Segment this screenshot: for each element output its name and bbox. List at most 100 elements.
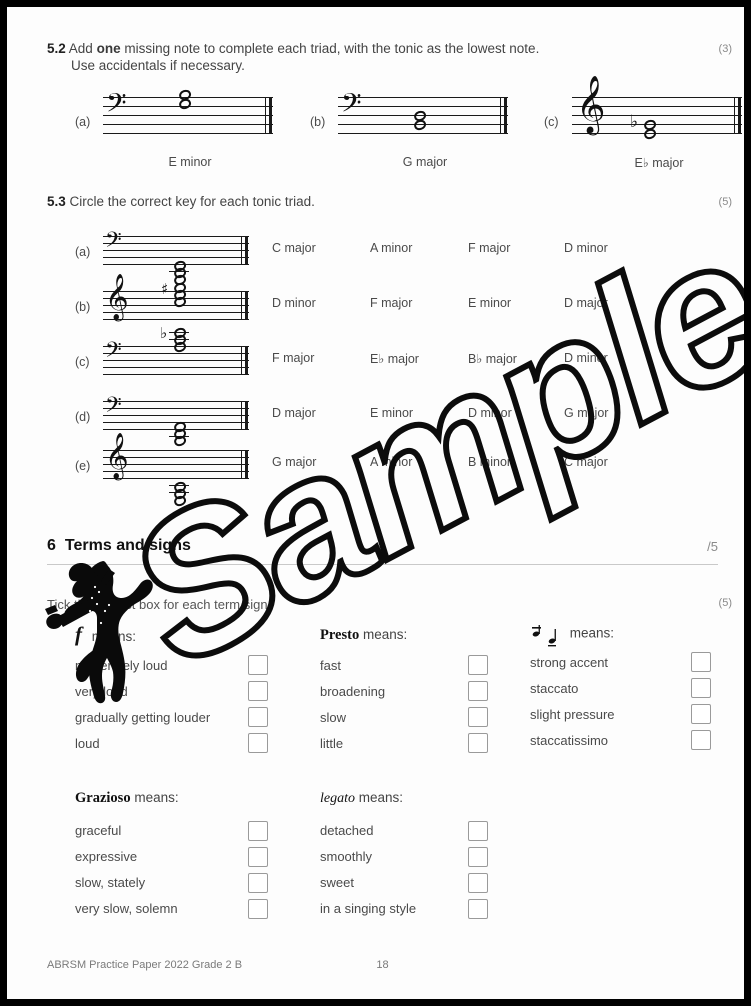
question-5-2: 5.2 Add one missing note to complete eac… xyxy=(47,40,717,74)
answer-checkbox[interactable] xyxy=(468,899,488,919)
staff-line xyxy=(103,360,249,361)
page-sheet: 5.2 Add one missing note to complete eac… xyxy=(7,7,744,999)
answer-checkbox[interactable] xyxy=(248,847,268,867)
term-option[interactable]: staccato xyxy=(530,681,578,696)
question-5-2-line-2: Use accidentals if necessary. xyxy=(71,58,245,73)
term-option[interactable]: slow xyxy=(320,710,346,725)
triad-item-c-label: (c) xyxy=(544,115,559,129)
staff-line xyxy=(103,257,249,258)
term-option[interactable]: broadening xyxy=(320,684,385,699)
key-row-a-label: (a) xyxy=(75,245,91,259)
staff-line xyxy=(103,408,249,409)
answer-checkbox[interactable] xyxy=(248,707,268,727)
term-option[interactable]: very slow, solemn xyxy=(75,901,178,916)
means-label: means: xyxy=(362,627,408,642)
key-option[interactable]: G major xyxy=(272,455,316,469)
barline-thin xyxy=(241,346,242,375)
term-option[interactable]: moderately loud xyxy=(75,658,168,673)
term-option[interactable]: strong accent xyxy=(530,655,608,670)
term-option[interactable]: very loud xyxy=(75,684,128,699)
answer-checkbox[interactable] xyxy=(248,655,268,675)
barline-thick xyxy=(245,401,248,430)
term-option[interactable]: loud xyxy=(75,736,100,751)
term-option[interactable]: in a singing style xyxy=(320,901,416,916)
key-option[interactable]: E minor xyxy=(468,296,511,310)
section-6-title: Terms and signs xyxy=(64,537,191,554)
barline-thin xyxy=(734,97,735,134)
staff-line xyxy=(103,124,273,125)
term-option[interactable]: staccatissimo xyxy=(530,733,608,748)
answer-checkbox[interactable] xyxy=(468,821,488,841)
answer-checkbox[interactable] xyxy=(248,873,268,893)
key-option[interactable]: D major xyxy=(564,296,608,310)
answer-checkbox[interactable] xyxy=(691,730,711,750)
term-option[interactable]: little xyxy=(320,736,343,751)
question-5-3: 5.3 Circle the correct key for each toni… xyxy=(47,193,717,210)
term-option[interactable]: slow, stately xyxy=(75,875,145,890)
key-option[interactable]: D minor xyxy=(272,296,316,310)
section-6-score: /5 xyxy=(707,539,718,554)
barline-thick xyxy=(245,236,248,265)
key-option[interactable]: F major xyxy=(370,296,412,310)
page-number: 18 xyxy=(376,959,389,971)
key-option[interactable]: D major xyxy=(272,406,316,420)
answer-checkbox[interactable] xyxy=(691,652,711,672)
term-option[interactable]: fast xyxy=(320,658,341,673)
presto-term: Presto xyxy=(320,627,360,643)
key-option[interactable]: D minor xyxy=(468,406,512,420)
key-option[interactable]: D minor xyxy=(564,241,608,255)
key-option[interactable]: F major xyxy=(272,351,314,365)
key-option[interactable]: D minor xyxy=(564,351,608,365)
answer-checkbox[interactable] xyxy=(248,899,268,919)
key-option[interactable]: C major xyxy=(272,241,316,255)
staff-line xyxy=(338,133,508,134)
key-option[interactable]: C major xyxy=(564,455,608,469)
term-option[interactable]: detached xyxy=(320,823,374,838)
answer-checkbox[interactable] xyxy=(248,821,268,841)
term-option[interactable]: sweet xyxy=(320,875,354,890)
barline-thick xyxy=(245,346,248,375)
key-option[interactable]: E♭ major xyxy=(370,351,419,366)
key-option[interactable]: B♭ major xyxy=(468,351,517,366)
staff-line xyxy=(103,236,249,237)
triad-item-a-key: E minor xyxy=(168,155,212,169)
term-option[interactable]: smoothly xyxy=(320,849,372,864)
answer-checkbox[interactable] xyxy=(248,733,268,753)
staff-line xyxy=(103,115,273,116)
answer-checkbox[interactable] xyxy=(468,873,488,893)
term-option[interactable]: gradually getting louder xyxy=(75,710,210,725)
key-option[interactable]: E minor xyxy=(370,406,413,420)
staff-line xyxy=(103,243,249,244)
section-6-score-value: /5 xyxy=(707,539,718,554)
answer-checkbox[interactable] xyxy=(468,655,488,675)
term-option[interactable]: slight pressure xyxy=(530,707,615,722)
answer-checkbox[interactable] xyxy=(248,681,268,701)
answer-checkbox[interactable] xyxy=(468,733,488,753)
means-label: means: xyxy=(358,790,404,805)
key-row-b: (b) 𝄞 ♯ D minor F major E minor D major xyxy=(7,277,744,341)
key-option[interactable]: F major xyxy=(468,241,510,255)
key-row-e-label: (e) xyxy=(75,459,91,473)
answer-checkbox[interactable] xyxy=(468,707,488,727)
key-option[interactable]: A minor xyxy=(370,241,412,255)
key-option[interactable]: B minor xyxy=(468,455,511,469)
staff-5-2-c: 𝄞 ♭ xyxy=(572,79,742,141)
term-block-tenuto-head: means: xyxy=(530,624,614,647)
footer-source: ABRSM Practice Paper 2022 Grade 2 B xyxy=(47,959,243,971)
answer-checkbox[interactable] xyxy=(468,847,488,867)
answer-checkbox[interactable] xyxy=(691,704,711,724)
answer-checkbox[interactable] xyxy=(691,678,711,698)
key-option[interactable]: G major xyxy=(564,406,608,420)
grazioso-term: Grazioso xyxy=(75,790,131,806)
key-option[interactable]: A minor xyxy=(370,455,412,469)
exam-page: 5.2 Add one missing note to complete eac… xyxy=(0,0,751,1006)
barline-thick xyxy=(504,97,507,134)
answer-checkbox[interactable] xyxy=(468,681,488,701)
barline-thin xyxy=(500,97,501,134)
staff-line xyxy=(338,106,508,107)
key-row-d-label: (d) xyxy=(75,410,91,424)
key-row-e: (e) 𝄞 G major A minor B minor C major xyxy=(7,436,744,508)
term-option[interactable]: expressive xyxy=(75,849,137,864)
term-option[interactable]: graceful xyxy=(75,823,121,838)
key-row-b-label: (b) xyxy=(75,300,91,314)
